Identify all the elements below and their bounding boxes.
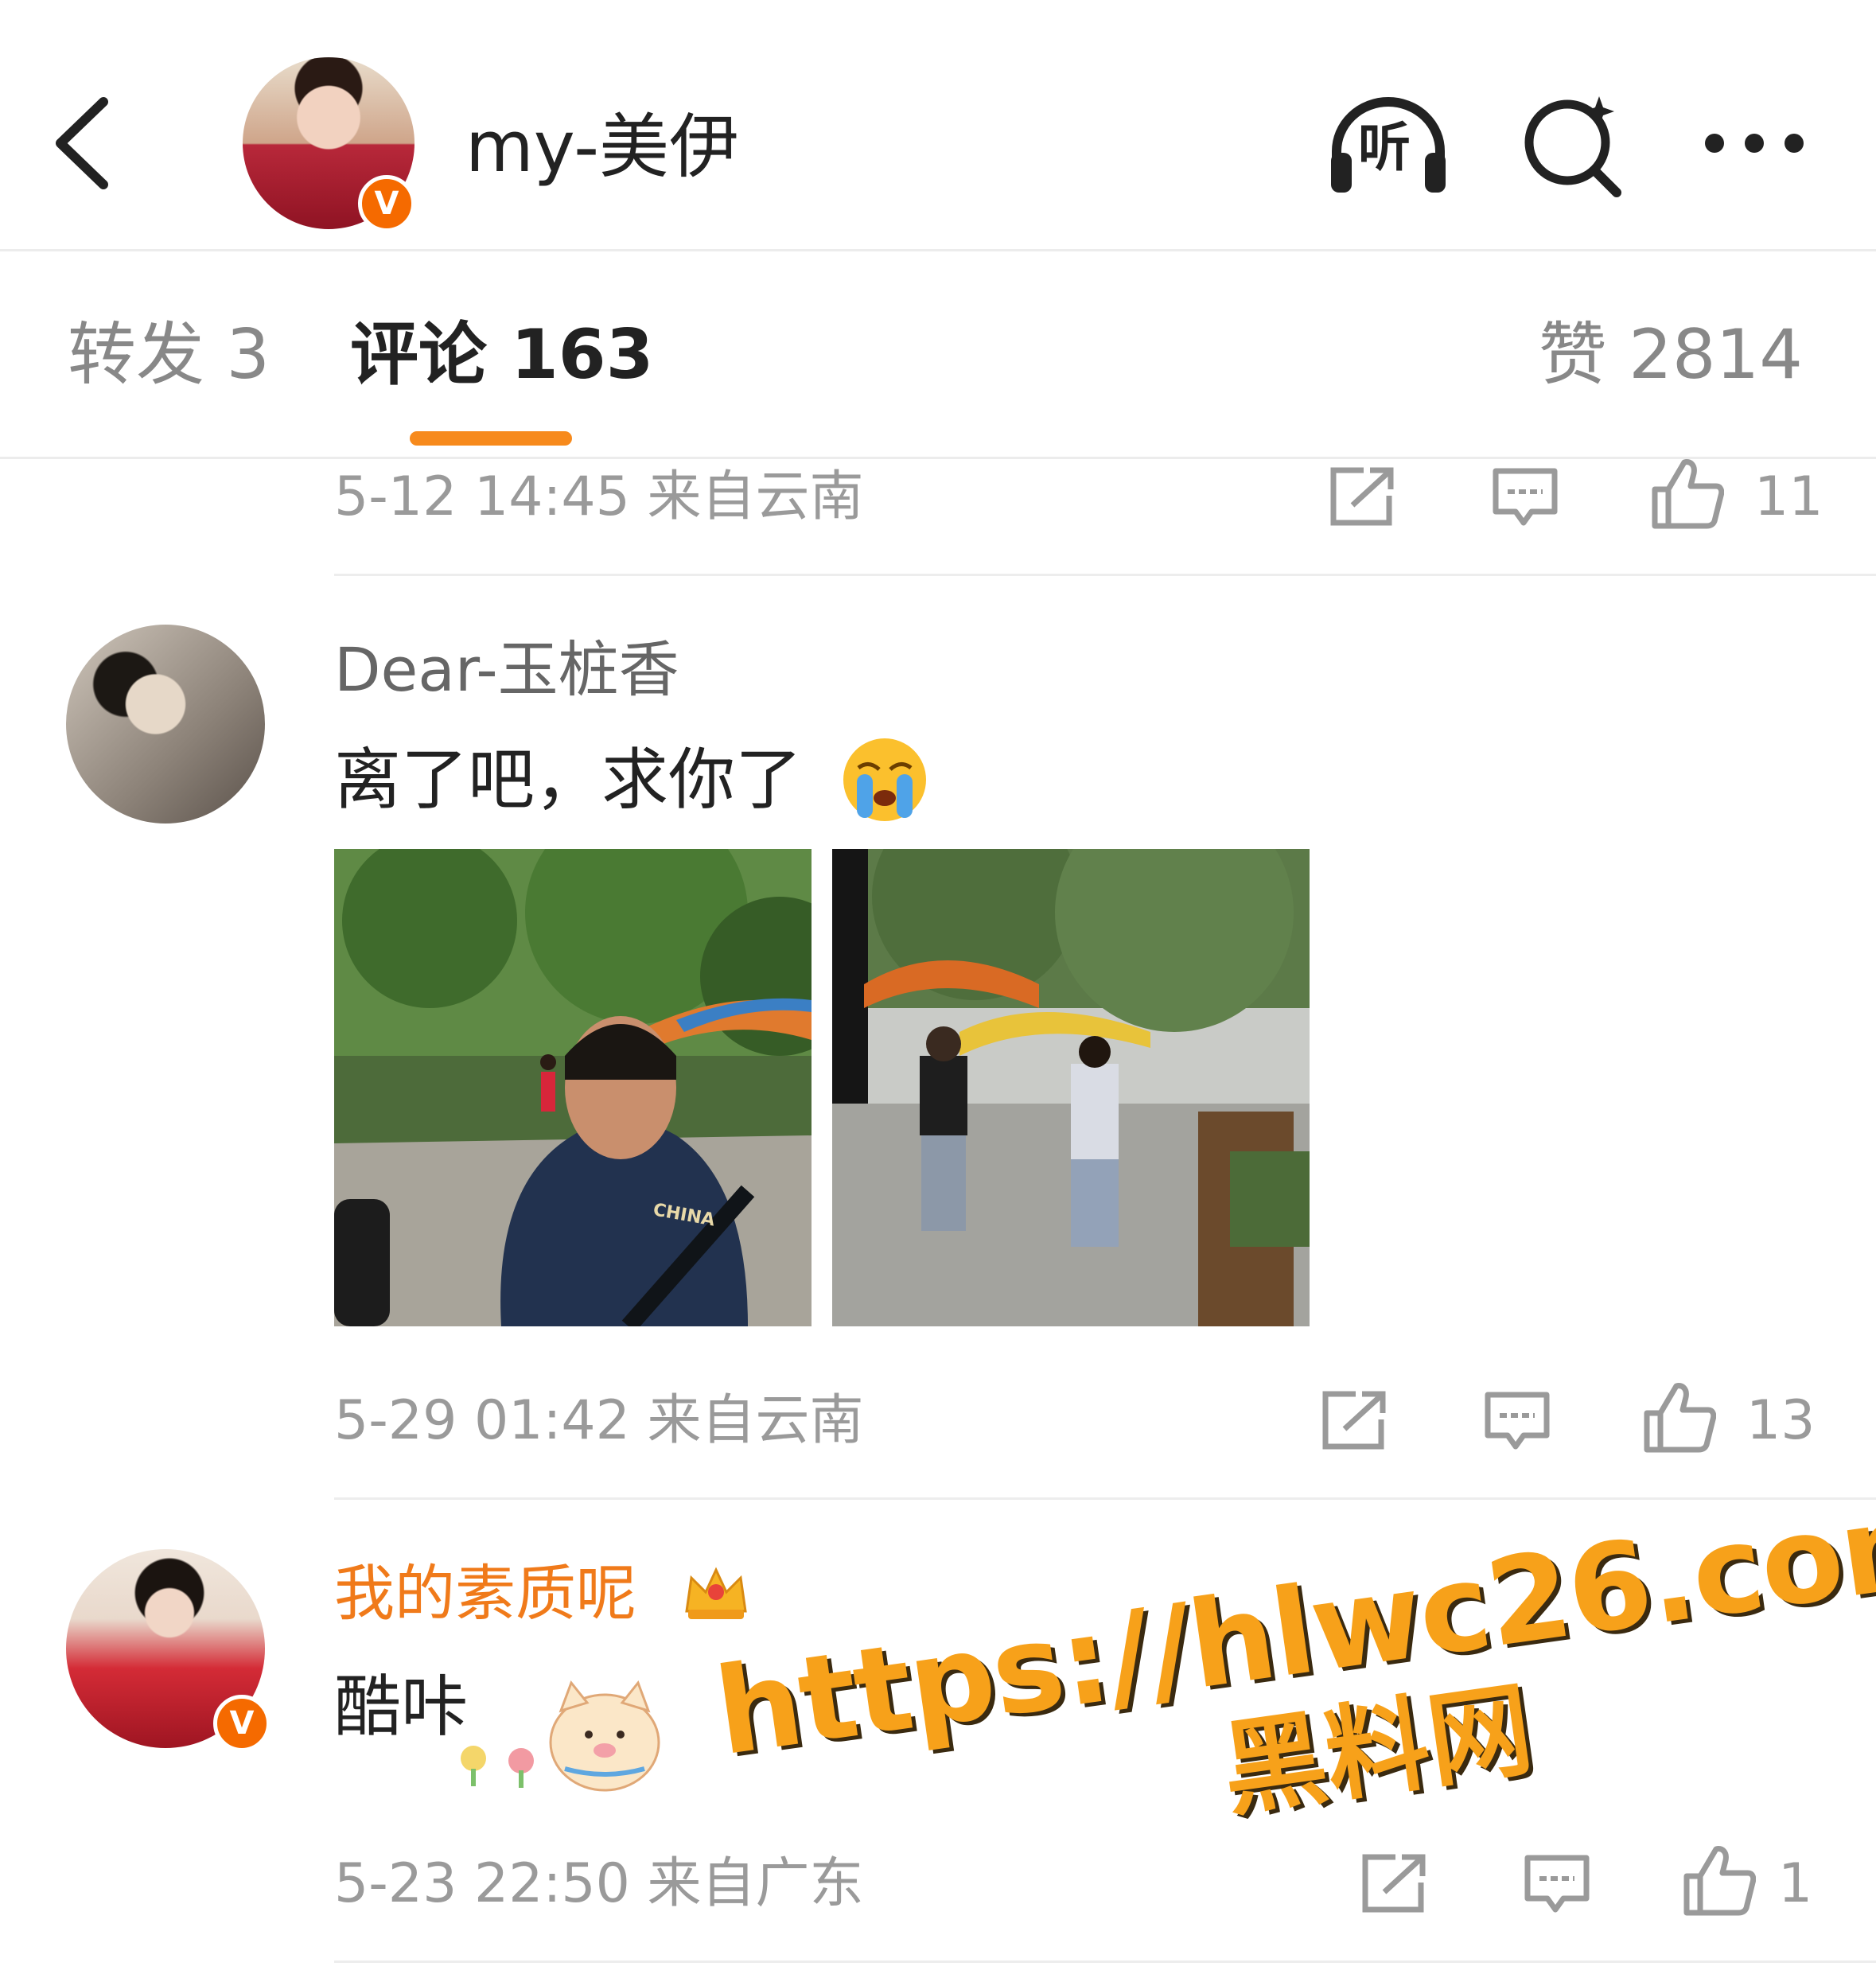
sticker-cat-icon	[453, 1675, 668, 1802]
listen-label: 听	[1358, 117, 1411, 178]
verified-badge: V	[213, 1695, 271, 1752]
comment-timestamp-location: 5-29 01:42 来自云南	[334, 1389, 864, 1452]
like-button[interactable]	[1683, 1844, 1757, 1919]
tab-repost[interactable]: 转发 3	[68, 315, 270, 395]
reply-button[interactable]	[1524, 1854, 1590, 1918]
like-count: 11	[1754, 465, 1823, 528]
comment-meta-row: 5-12 14:45 来自云南 11	[334, 458, 1823, 537]
thumbs-up-icon	[1644, 1383, 1717, 1453]
comment-text-body: 离了吧，求你了	[334, 741, 803, 819]
share-icon	[1330, 467, 1394, 526]
like-button[interactable]	[1651, 458, 1725, 532]
reply-button[interactable]	[1484, 1391, 1551, 1454]
crying-emoji-icon	[841, 736, 928, 824]
comment-icon	[1485, 1392, 1550, 1450]
divider	[334, 1497, 1876, 1500]
photo-crowd-scene	[832, 849, 1310, 1326]
comment-photo-1[interactable]: CHINA	[334, 849, 812, 1326]
search-button[interactable]	[1520, 92, 1627, 199]
repost-button[interactable]	[1360, 1854, 1427, 1918]
commenter-name[interactable]: Dear-玉桩香	[334, 630, 679, 710]
like-button[interactable]	[1643, 1381, 1717, 1456]
back-arrow-icon	[56, 97, 108, 189]
comment-text: 酷咔	[334, 1663, 468, 1750]
listen-button[interactable]: 听	[1325, 95, 1452, 199]
like-count: 13	[1746, 1389, 1816, 1452]
watermark: https://hlwc26.com 黑料网	[708, 1470, 1876, 1899]
photo-park-scene: CHINA	[334, 849, 812, 1326]
tab-comments[interactable]: 评论 163	[350, 315, 653, 395]
comment-text-body: 酷咔	[334, 1668, 469, 1746]
crown-badge-icon	[680, 1556, 752, 1627]
divider	[334, 1960, 1876, 1963]
active-tab-indicator	[410, 431, 572, 446]
repost-button[interactable]	[1321, 1391, 1388, 1454]
verified-badge: V	[358, 175, 415, 232]
divider	[334, 574, 1876, 576]
repost-button[interactable]	[1329, 467, 1395, 531]
back-button[interactable]	[48, 95, 119, 191]
more-button[interactable]	[1699, 127, 1810, 159]
more-dots-icon	[1705, 134, 1804, 153]
comment-photo-2[interactable]	[832, 849, 1310, 1326]
page-title: my-美伊	[465, 106, 740, 188]
tab-likes[interactable]: 赞 2814	[1539, 315, 1803, 395]
comment-icon	[1524, 1855, 1590, 1913]
commenter-avatar[interactable]	[66, 625, 265, 824]
comment-icon	[1493, 468, 1558, 526]
commenter-name[interactable]: 我的素质呢	[334, 1554, 636, 1633]
thumbs-up-icon	[1683, 1846, 1757, 1916]
like-count: 1	[1778, 1852, 1813, 1915]
comment-meta-row: 5-29 01:42 来自云南 13	[334, 1381, 1816, 1461]
search-icon	[1524, 96, 1621, 197]
top-bar: V my-美伊 听	[0, 0, 1876, 251]
comment-meta-row: 5-23 22:50 来自广东 1	[334, 1844, 1812, 1924]
reply-button[interactable]	[1492, 467, 1559, 531]
comment-text: 离了吧，求你了	[334, 736, 802, 824]
share-icon	[1322, 1391, 1386, 1450]
thumbs-up-icon	[1652, 459, 1725, 529]
tab-bar: 转发 3 评论 163 赞 2814	[0, 251, 1876, 459]
comment-timestamp-location: 5-12 14:45 来自云南	[334, 465, 864, 528]
share-icon	[1362, 1854, 1426, 1913]
